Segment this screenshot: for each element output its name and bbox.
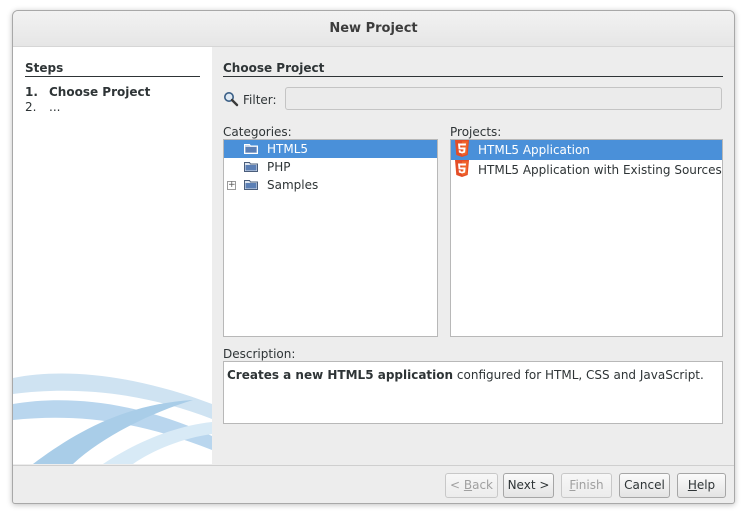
finish-button[interactable]: Finish [561, 473, 612, 498]
step-label: Choose Project [49, 85, 151, 99]
project-item-html5-application[interactable]: HTML5 Application [451, 140, 722, 160]
back-button[interactable]: < Back [445, 473, 498, 498]
step-item-next: 2.... [25, 100, 60, 114]
category-label: Samples [267, 178, 319, 192]
projects-label: Projects: [450, 125, 502, 139]
projects-list[interactable]: HTML5 Application HTML5 Application with… [450, 139, 723, 337]
cancel-button[interactable]: Cancel [619, 473, 670, 498]
window-title: New Project [13, 11, 734, 47]
filter-input[interactable] [285, 87, 722, 110]
back-prefix: < [449, 478, 464, 492]
expand-plus-icon[interactable]: + [227, 181, 236, 190]
steps-title: Steps [25, 61, 200, 77]
project-label: HTML5 Application with Existing Sources [478, 163, 722, 177]
back-suffix: ack [472, 478, 493, 492]
next-button[interactable]: Next > [503, 473, 554, 498]
category-item-php[interactable]: PHP [224, 158, 437, 176]
project-item-html5-existing-sources[interactable]: HTML5 Application with Existing Sources [451, 160, 722, 180]
back-mnemonic: B [463, 478, 473, 492]
category-item-html5[interactable]: HTML5 [224, 140, 437, 158]
html5-icon [455, 160, 469, 177]
categories-label: Categories: [223, 125, 292, 139]
netbeans-swoosh-decoration [13, 373, 212, 464]
description-bold: Creates a new HTML5 application [227, 368, 454, 382]
project-label: HTML5 Application [478, 143, 590, 157]
description-box: Creates a new HTML5 application configur… [223, 361, 723, 424]
folder-icon [244, 180, 258, 190]
step-label: ... [49, 100, 61, 114]
category-label: HTML5 [267, 142, 309, 156]
finish-suffix: inish [575, 478, 604, 492]
step-number: 2. [25, 100, 37, 114]
help-suffix: elp [696, 478, 716, 492]
magnifier-icon [224, 92, 239, 107]
folder-icon [244, 162, 258, 172]
categories-tree[interactable]: HTML5 PHP + Samples [223, 139, 438, 337]
html5-icon [455, 140, 469, 157]
filter-label: Filter: [243, 93, 277, 107]
footer-divider [13, 465, 734, 466]
description-label: Description: [223, 347, 296, 361]
folder-icon [244, 144, 258, 154]
category-label: PHP [267, 160, 291, 174]
category-item-samples[interactable]: + Samples [224, 176, 437, 194]
help-mnemonic: H [687, 478, 697, 492]
help-button[interactable]: Help [677, 473, 726, 498]
description-rest: configured for HTML, CSS and JavaScript. [453, 368, 704, 382]
step-number: 1. [25, 85, 38, 99]
step-item-choose-project: 1. Choose Project [25, 85, 150, 99]
page-title: Choose Project [223, 61, 723, 77]
new-project-dialog: New Project Steps 1. Choose Project 2....… [12, 10, 735, 504]
steps-panel: Steps 1. Choose Project 2.... [13, 47, 212, 464]
